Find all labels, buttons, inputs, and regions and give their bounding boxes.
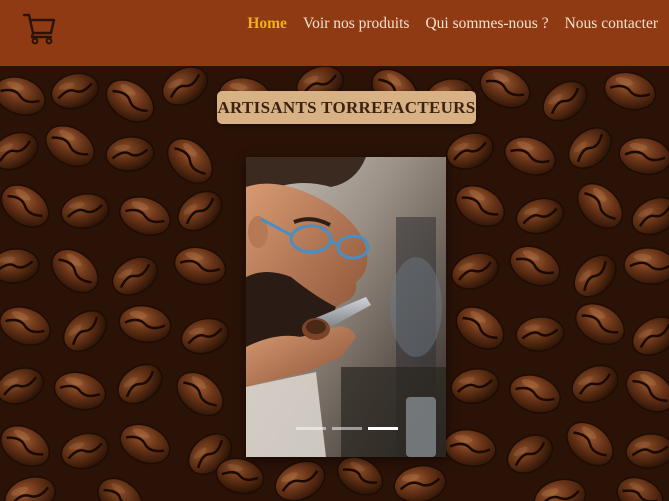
- carousel-indicator-1[interactable]: [296, 427, 326, 430]
- nav-products[interactable]: Voir nos produits: [303, 15, 410, 33]
- hero-title: ARTISANTS TORREFACTEURS: [217, 97, 476, 117]
- nav-home[interactable]: Home: [247, 15, 287, 33]
- carousel-indicators: [296, 427, 398, 430]
- man-smelling-coffee-photo: [246, 157, 446, 457]
- page: Home Voir nos produits Qui sommes-nous ?…: [0, 0, 669, 501]
- nav-about[interactable]: Qui sommes-nous ?: [425, 15, 548, 33]
- hero-title-badge: ARTISANTS TORREFACTEURS: [217, 91, 476, 124]
- shopping-cart-icon[interactable]: [22, 11, 56, 45]
- image-carousel[interactable]: [246, 157, 446, 457]
- site-header: Home Voir nos produits Qui sommes-nous ?…: [0, 0, 669, 66]
- carousel-indicator-3[interactable]: [368, 427, 398, 430]
- carousel-indicator-2[interactable]: [332, 427, 362, 430]
- nav-contact[interactable]: Nous contacter: [565, 15, 658, 33]
- main-nav: Home Voir nos produits Qui sommes-nous ?…: [247, 15, 658, 33]
